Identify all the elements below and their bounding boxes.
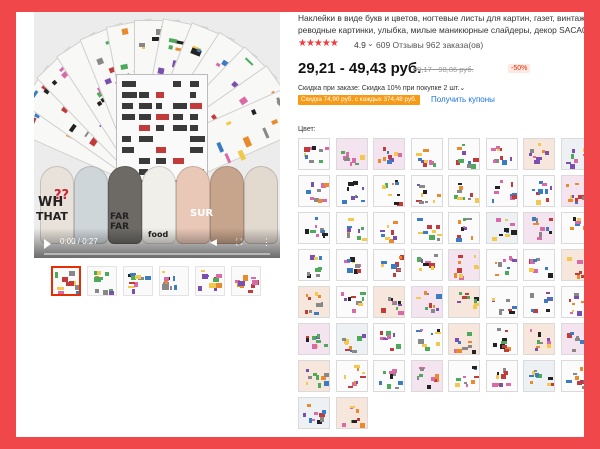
color-swatch[interactable]: [560, 138, 584, 170]
color-swatch[interactable]: [448, 212, 480, 244]
color-swatch[interactable]: [410, 360, 443, 392]
color-swatch[interactable]: [373, 286, 405, 318]
more-icon[interactable]: ⋮: [262, 237, 271, 247]
color-swatch[interactable]: [335, 138, 368, 170]
color-swatch[interactable]: [560, 249, 584, 281]
color-swatch[interactable]: [448, 249, 480, 281]
color-swatch[interactable]: [410, 249, 443, 281]
old-price: 59,17 - 98,86 руб.: [413, 65, 474, 74]
color-swatch[interactable]: [523, 212, 555, 244]
color-swatch[interactable]: [335, 249, 368, 281]
color-swatch[interactable]: [523, 323, 555, 355]
color-swatch[interactable]: [448, 360, 480, 392]
color-swatch[interactable]: [560, 175, 584, 207]
color-swatch[interactable]: [448, 175, 480, 207]
color-swatch[interactable]: [485, 249, 518, 281]
color-swatch[interactable]: [560, 323, 584, 355]
color-swatch[interactable]: [523, 138, 555, 170]
get-coupons-link[interactable]: Получить купоны: [431, 95, 495, 104]
product-title-line-2: реводные картинки, улыбка, милые маникюр…: [298, 25, 584, 35]
orders-count: 962 заказа(ов): [426, 40, 484, 50]
color-swatch[interactable]: [448, 138, 480, 170]
color-swatch[interactable]: [560, 286, 584, 318]
color-swatch[interactable]: [298, 175, 330, 207]
color-label: Цвет:: [298, 126, 316, 133]
color-swatch[interactable]: [335, 286, 368, 318]
color-swatch[interactable]: [523, 249, 555, 281]
color-swatch[interactable]: [298, 286, 330, 318]
color-swatch[interactable]: [560, 360, 584, 392]
color-swatch[interactable]: [410, 323, 443, 355]
color-swatch[interactable]: [373, 360, 405, 392]
color-swatch[interactable]: [298, 212, 330, 244]
thumbnail-6[interactable]: [231, 266, 261, 296]
color-swatch[interactable]: [335, 323, 368, 355]
thumbnail-5[interactable]: [195, 266, 225, 296]
chevron-down-icon[interactable]: ⌄: [367, 39, 374, 48]
color-swatch[interactable]: [298, 397, 330, 429]
video-progress-bar[interactable]: [44, 253, 270, 255]
color-swatch[interactable]: [373, 249, 405, 281]
thumbnail-4[interactable]: [159, 266, 189, 296]
color-swatch[interactable]: [485, 212, 518, 244]
color-swatch[interactable]: [335, 175, 368, 207]
thumbnail-3[interactable]: [123, 266, 153, 296]
product-video[interactable]: WH ?? THAT FAR FAR food SUR 0:00 / 0:27 …: [34, 12, 280, 258]
price-range: 29,21 - 49,43 руб.: [298, 60, 422, 77]
color-swatch[interactable]: [373, 212, 405, 244]
color-swatch[interactable]: [410, 138, 443, 170]
color-swatch[interactable]: [373, 138, 405, 170]
color-swatch[interactable]: [410, 286, 443, 318]
color-swatch[interactable]: [335, 360, 368, 392]
color-swatch[interactable]: [485, 286, 518, 318]
reviews-link[interactable]: 609 Отзывы: [376, 40, 424, 50]
color-swatch[interactable]: [373, 323, 405, 355]
color-swatch[interactable]: [448, 323, 480, 355]
thumbnail-1[interactable]: [51, 266, 81, 296]
rating-stars-icon: ★★★★★: [298, 38, 339, 49]
color-swatch[interactable]: [335, 397, 368, 429]
color-swatch[interactable]: [560, 212, 584, 244]
thumbnail-2[interactable]: [87, 266, 117, 296]
color-swatch[interactable]: [335, 212, 368, 244]
overlay-text: FAR: [110, 212, 130, 222]
rating-value: 4.9: [354, 40, 366, 50]
color-swatch[interactable]: [485, 360, 518, 392]
color-swatch[interactable]: [485, 175, 518, 207]
play-icon[interactable]: [44, 239, 51, 249]
video-controls: 0:00 / 0:27 ◀ ⛶ ⋮: [34, 228, 280, 258]
color-swatch[interactable]: [373, 175, 405, 207]
overlay-text: SUR: [190, 208, 214, 219]
color-swatch[interactable]: [523, 175, 555, 207]
coupon-badge: Скидка 74,90 руб. с каждых 374,48 руб.: [298, 95, 420, 105]
product-page: WH ?? THAT FAR FAR food SUR 0:00 / 0:27 …: [16, 12, 584, 437]
volume-icon[interactable]: ◀: [210, 237, 217, 247]
color-swatch[interactable]: [410, 212, 443, 244]
fullscreen-icon[interactable]: ⛶: [236, 237, 242, 247]
color-swatch[interactable]: [523, 286, 555, 318]
product-title-line-1: Наклейки в виде букв и цветов, ногтевые …: [298, 13, 584, 23]
discount-badge: -50%: [508, 64, 531, 73]
color-swatch[interactable]: [298, 360, 330, 392]
color-swatch[interactable]: [298, 249, 330, 281]
color-swatch[interactable]: [448, 286, 480, 318]
color-swatch[interactable]: [410, 175, 443, 207]
color-swatch[interactable]: [485, 138, 518, 170]
overlay-text: ??: [54, 188, 70, 203]
color-swatch[interactable]: [523, 360, 555, 392]
color-swatch[interactable]: [298, 138, 330, 170]
color-swatch[interactable]: [298, 323, 330, 355]
overlay-text: THAT: [36, 210, 68, 223]
chevron-down-icon: ⌄: [459, 85, 466, 92]
color-swatch[interactable]: [485, 323, 518, 355]
video-time: 0:00 / 0:27: [60, 237, 98, 246]
bulk-discount[interactable]: Скидка при заказе: Скидка 10% при покупк…: [298, 84, 465, 92]
bulk-discount-text: Скидка при заказе: Скидка 10% при покупк…: [298, 85, 460, 92]
